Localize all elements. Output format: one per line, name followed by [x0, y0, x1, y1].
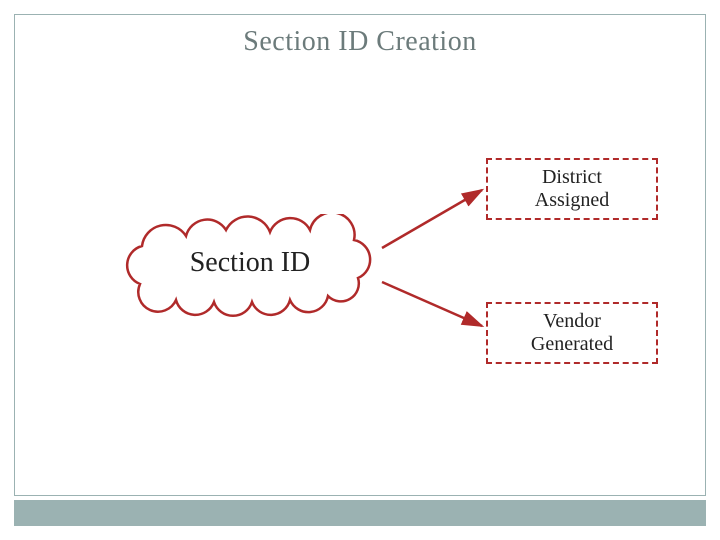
cloud-node: Section ID	[110, 214, 390, 318]
slide-title: Section ID Creation	[0, 26, 720, 58]
box-label: DistrictAssigned	[535, 166, 609, 212]
cloud-label: Section ID	[110, 214, 390, 318]
slide: Section ID Creation Section ID DistrictA…	[0, 0, 720, 540]
box-district-assigned: DistrictAssigned	[486, 158, 658, 220]
footer-bar	[14, 500, 706, 526]
box-vendor-generated: VendorGenerated	[486, 302, 658, 364]
box-label: VendorGenerated	[531, 310, 613, 356]
